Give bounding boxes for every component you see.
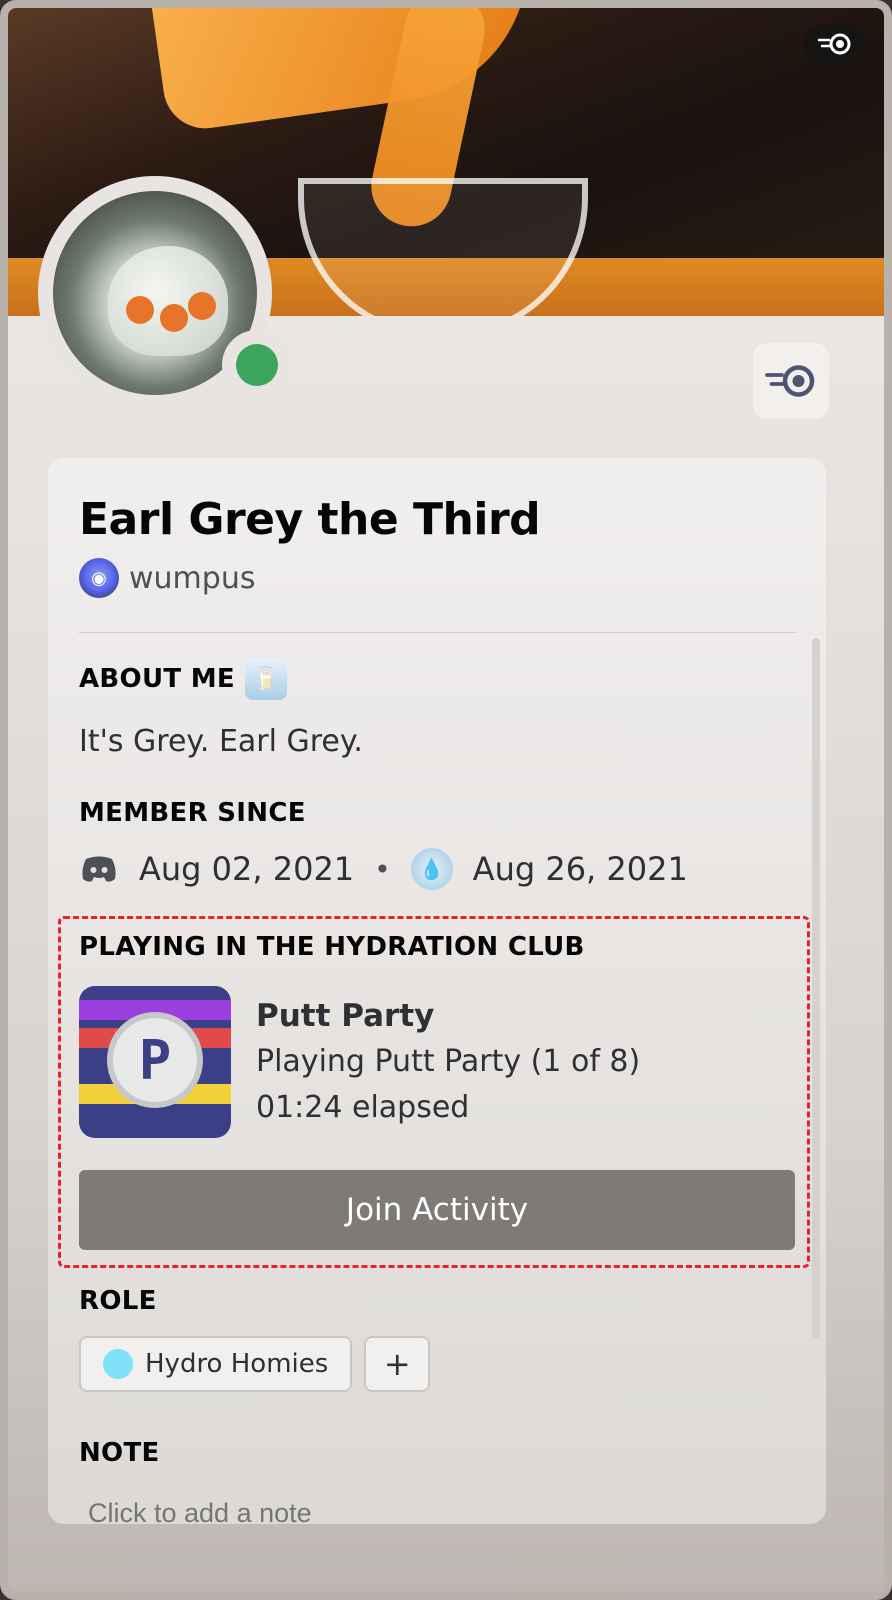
game-detail: Playing Putt Party (1 of 8) xyxy=(256,1044,641,1079)
profile-card: Earl Grey the Third ◉ wumpus ABOUT ME 🥛 … xyxy=(48,458,826,1524)
kettle-fruit xyxy=(160,304,188,332)
wumpus-avatar-icon: ◉ xyxy=(79,558,119,598)
about-me-text: It's Grey. Earl Grey. xyxy=(79,724,363,759)
game-elapsed: 01:24 elapsed xyxy=(256,1090,470,1125)
activity-title: PLAYING IN THE HYDRATION CLUB xyxy=(79,932,585,962)
note-input[interactable] xyxy=(88,1498,442,1524)
game-name: Putt Party xyxy=(256,998,435,1034)
role-pill[interactable]: Hydro Homies xyxy=(79,1336,353,1392)
note-title: NOTE xyxy=(79,1438,160,1468)
nitro-badge-icon xyxy=(765,365,815,397)
member-since-row: Aug 02, 2021 • 💧 Aug 26, 2021 xyxy=(79,848,688,890)
divider xyxy=(79,632,795,633)
about-me-heading: ABOUT ME 🥛 xyxy=(79,658,287,700)
teapot-spout xyxy=(150,8,546,134)
kettle-fruit xyxy=(188,292,216,320)
putt-party-logo: P xyxy=(107,1012,203,1108)
member-since-title: MEMBER SINCE xyxy=(79,798,306,828)
add-role-button[interactable]: + xyxy=(364,1336,431,1392)
username-row: ◉ wumpus xyxy=(79,558,255,598)
online-status-icon xyxy=(236,344,278,386)
date-separator: • xyxy=(374,852,391,886)
nitro-icon[interactable] xyxy=(804,24,866,64)
server-join-date: Aug 26, 2021 xyxy=(472,850,688,888)
profile-popout: Earl Grey the Third ◉ wumpus ABOUT ME 🥛 … xyxy=(0,0,892,1600)
kettle-fruit xyxy=(126,296,154,324)
teacup xyxy=(298,178,588,316)
role-title: ROLE xyxy=(79,1286,157,1316)
role-label: Hydro Homies xyxy=(145,1349,329,1379)
status-indicator xyxy=(222,330,292,400)
kettle-image xyxy=(108,246,228,356)
username[interactable]: wumpus xyxy=(129,561,255,596)
discord-join-date: Aug 02, 2021 xyxy=(139,850,355,888)
server-icon: 💧 xyxy=(410,848,453,890)
game-art-image[interactable]: P xyxy=(79,986,231,1138)
nitro-badge[interactable] xyxy=(753,343,829,419)
discord-logo-icon xyxy=(79,853,119,885)
join-activity-button[interactable]: Join Activity xyxy=(79,1170,795,1250)
display-name: Earl Grey the Third xyxy=(79,494,541,545)
role-color-dot xyxy=(103,1349,133,1379)
scrollbar[interactable] xyxy=(812,638,820,1338)
role-list: Hydro Homies + xyxy=(79,1336,431,1392)
about-me-title: ABOUT ME xyxy=(79,664,235,694)
water-glass-icon: 🥛 xyxy=(244,658,287,700)
avatar[interactable] xyxy=(38,176,292,410)
